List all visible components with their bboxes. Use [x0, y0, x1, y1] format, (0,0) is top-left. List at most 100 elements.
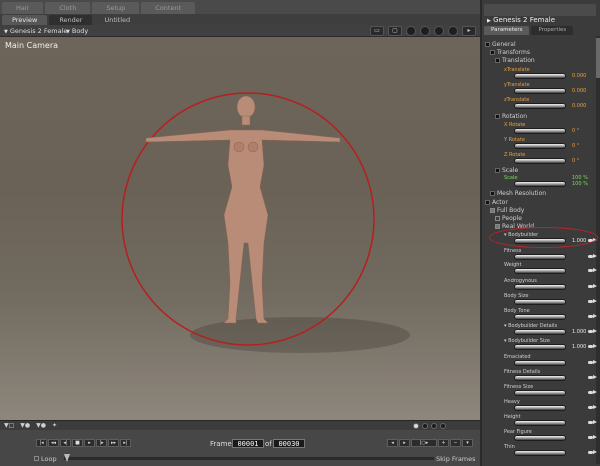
param-slider[interactable]	[514, 405, 566, 411]
param-scale[interactable]: Scale 100 % 100 %	[490, 175, 600, 191]
param-value[interactable]: 0.000	[572, 73, 586, 79]
remove-key-icon[interactable]: −	[450, 439, 461, 447]
param-slider[interactable]	[514, 128, 566, 134]
param-value[interactable]: 0.000	[572, 103, 586, 109]
toggle-icon[interactable]	[495, 216, 500, 221]
tree-mesh-resolution[interactable]: Mesh Resolution	[490, 190, 546, 198]
tree-people[interactable]: People	[495, 215, 522, 223]
node-dropdown[interactable]: ▼ Body	[66, 26, 88, 37]
next-frame-icon[interactable]: |▸	[96, 439, 107, 447]
param-slider[interactable]	[514, 450, 566, 456]
morph-dial-icon[interactable]	[588, 390, 597, 395]
layout-dot-1[interactable]	[413, 423, 419, 429]
viewport[interactable]: Main Camera	[0, 37, 480, 420]
tab-cloth[interactable]: Cloth	[45, 2, 91, 14]
texture-icon[interactable]	[448, 26, 458, 36]
param-fitness-size[interactable]: Fitness Size	[490, 384, 600, 400]
param-slider[interactable]	[514, 181, 566, 187]
tab-setup[interactable]: Setup	[92, 2, 140, 14]
morph-dial-icon[interactable]	[588, 314, 597, 319]
tab-render[interactable]: Render	[49, 15, 93, 25]
loop-checkbox[interactable]	[34, 456, 39, 461]
toggle-icon[interactable]	[495, 114, 500, 119]
param-slider[interactable]	[514, 360, 566, 366]
morph-dial-icon[interactable]	[588, 284, 597, 289]
key-options-button[interactable]: |○▸	[411, 439, 437, 447]
param-yrotate[interactable]: Y Rotate 0 °	[490, 137, 600, 153]
morph-dial-icon[interactable]	[588, 344, 597, 349]
timeline-scrubber[interactable]	[64, 457, 434, 460]
morph-dial-icon[interactable]	[588, 435, 597, 440]
prev-frame-icon[interactable]: ◂|	[60, 439, 71, 447]
tab-untitled[interactable]: Untitled	[94, 15, 140, 25]
param-bodybuilder-details[interactable]: ▾ Bodybuilder Details 1.000	[490, 323, 600, 339]
param-fitness-details[interactable]: Fitness Details	[490, 369, 600, 385]
param-value[interactable]: 0.000	[572, 88, 586, 94]
param-slider[interactable]	[514, 143, 566, 149]
param-body-tone[interactable]: Body Tone	[490, 308, 600, 324]
param-value[interactable]: 1.000	[572, 329, 586, 335]
morph-dial-icon[interactable]	[588, 254, 597, 259]
layout-dot-3[interactable]	[431, 423, 437, 429]
param-slider[interactable]	[514, 268, 566, 274]
param-value-secondary[interactable]: 100 %	[572, 181, 588, 187]
param-slider[interactable]	[514, 390, 566, 396]
param-ztranslate[interactable]: zTranslate 0.000	[490, 97, 600, 113]
tree-transforms[interactable]: Transforms	[490, 49, 530, 57]
tree-translation[interactable]: Translation	[495, 57, 535, 65]
tab-properties[interactable]: Properties	[531, 26, 574, 35]
prev-key-button[interactable]: ◂	[387, 439, 398, 447]
param-slider[interactable]	[514, 375, 566, 381]
tree-scale[interactable]: Scale	[495, 167, 518, 175]
morph-dial-icon[interactable]	[588, 405, 597, 410]
menu-icon[interactable]: ▼□	[4, 422, 14, 429]
tree-rotation[interactable]: Rotation	[495, 113, 527, 121]
play-icon[interactable]: ▸	[84, 439, 95, 447]
draw-style-icon[interactable]	[406, 26, 416, 36]
param-slider[interactable]	[514, 329, 566, 335]
layout-dot-2[interactable]	[422, 423, 428, 429]
layout-dot-4[interactable]	[440, 423, 446, 429]
stop-icon[interactable]: ■	[72, 439, 83, 447]
total-frames-field[interactable]: 00030	[273, 439, 305, 448]
param-slider[interactable]	[514, 344, 566, 350]
param-value[interactable]: 0 °	[572, 158, 579, 164]
param-value[interactable]: 0 °	[572, 143, 579, 149]
morph-dial-icon[interactable]	[588, 360, 597, 365]
morph-dial-icon[interactable]	[588, 299, 597, 304]
param-thin[interactable]: Thin	[490, 444, 600, 460]
tab-preview[interactable]: Preview	[2, 15, 48, 25]
toggle-icon[interactable]	[490, 208, 495, 213]
param-height[interactable]: Height	[490, 414, 600, 430]
param-androgynous[interactable]: Androgynous	[490, 278, 600, 294]
light-select-icon[interactable]: ▼●	[36, 422, 46, 429]
param-xtranslate[interactable]: xTranslate 0.000	[490, 67, 600, 83]
param-value[interactable]: 1.000	[572, 344, 586, 350]
shading-icon[interactable]	[420, 26, 430, 36]
param-slider[interactable]	[514, 73, 566, 79]
param-zrotate[interactable]: Z Rotate 0 °	[490, 152, 600, 168]
viewport-options-icon[interactable]: ▸	[462, 26, 476, 36]
key-menu-icon[interactable]: ▾	[462, 439, 473, 447]
tree-actor[interactable]: Actor	[485, 199, 508, 207]
param-body-size[interactable]: Body Size	[490, 293, 600, 309]
next-key-button[interactable]: ▸	[399, 439, 410, 447]
toggle-icon[interactable]	[485, 200, 490, 205]
param-heavy[interactable]: Heavy	[490, 399, 600, 415]
param-slider[interactable]	[514, 435, 566, 441]
tree-full-body[interactable]: Full Body	[490, 207, 524, 215]
wand-icon[interactable]: ✦	[52, 422, 57, 429]
param-emaciated[interactable]: Emaciated	[490, 354, 600, 370]
view-icon[interactable]: ▢	[388, 26, 402, 36]
param-slider[interactable]	[514, 103, 566, 109]
figure-dropdown[interactable]: ▼ Genesis 2 Female	[4, 26, 67, 37]
param-slider[interactable]	[514, 158, 566, 164]
param-slider[interactable]	[514, 420, 566, 426]
camera-select-icon[interactable]: ▼●	[20, 422, 30, 429]
morph-dial-icon[interactable]	[588, 450, 597, 455]
next-key-icon[interactable]: ▸▸	[108, 439, 119, 447]
param-slider[interactable]	[514, 88, 566, 94]
param-weight[interactable]: Weight	[490, 262, 600, 278]
tab-parameters[interactable]: Parameters	[484, 26, 530, 35]
toggle-icon[interactable]	[485, 42, 490, 47]
